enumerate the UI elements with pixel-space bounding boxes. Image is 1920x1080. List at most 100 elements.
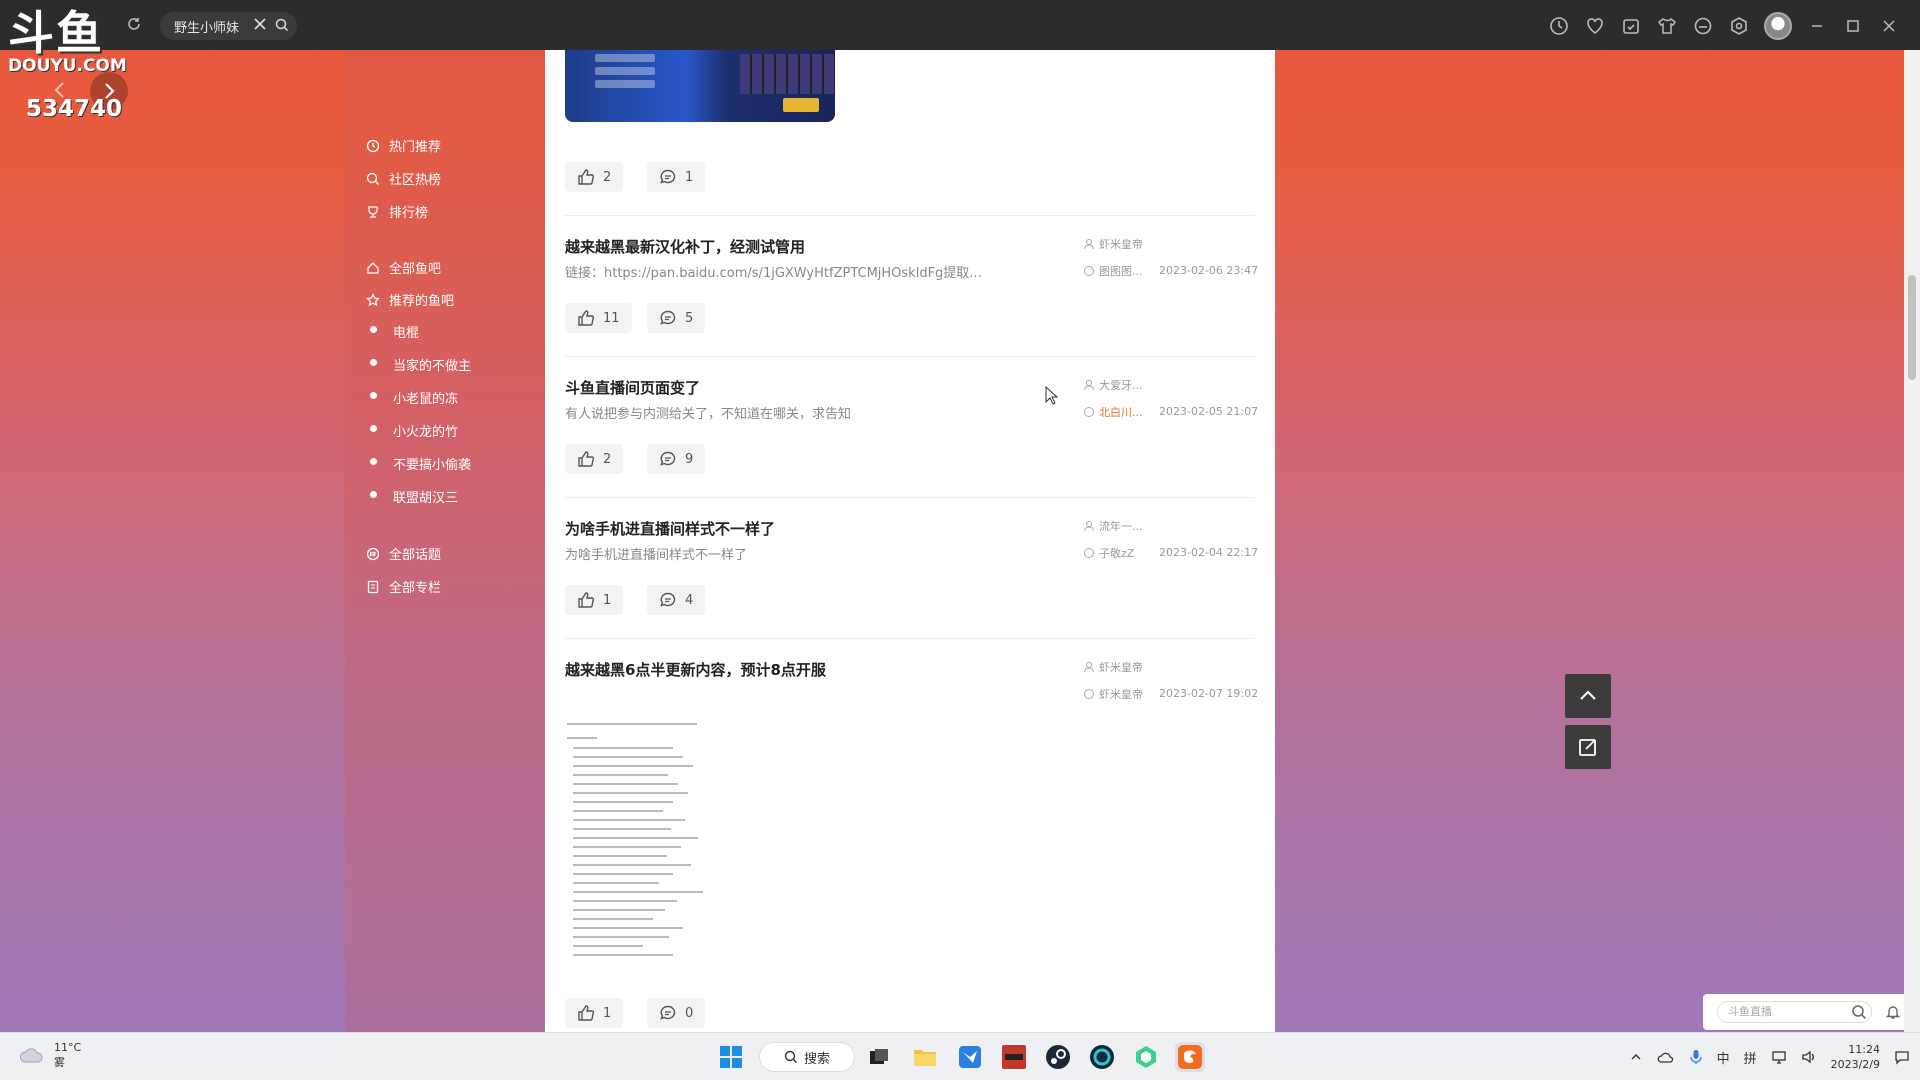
back-to-top-button[interactable] — [1565, 674, 1611, 718]
task-view-icon[interactable] — [864, 1042, 894, 1072]
clock-time: 11:24 — [1848, 1043, 1880, 1056]
windows-start-icon[interactable] — [716, 1042, 746, 1072]
comment-button[interactable]: 9 — [647, 444, 706, 474]
search-input[interactable]: 斗鱼直播 — [1717, 1001, 1872, 1023]
volume-icon[interactable] — [1801, 1049, 1817, 1065]
onedrive-icon[interactable] — [1657, 1050, 1675, 1064]
bullet-icon — [370, 491, 377, 498]
like-button[interactable]: 2 — [565, 444, 624, 474]
weather-widget[interactable]: 11°C 雾 — [18, 1041, 81, 1070]
page-scrollbar[interactable] — [1904, 50, 1920, 1032]
maximize-icon[interactable] — [1842, 15, 1864, 37]
settings-icon[interactable] — [1728, 15, 1750, 37]
post-desc[interactable]: 链接：https://pan.baidu.com/s/1jGXWyHtfZPTC… — [565, 262, 982, 281]
bell-icon[interactable] — [1885, 1004, 1901, 1020]
post-author[interactable]: 虾米皇帝 — [1083, 659, 1143, 675]
comment-button[interactable]: 4 — [647, 585, 706, 615]
file-explorer-icon[interactable] — [910, 1042, 940, 1072]
post-image[interactable] — [563, 715, 753, 965]
search-icon[interactable] — [1851, 1004, 1867, 1020]
bullet-icon — [370, 458, 377, 465]
post-last-reply[interactable]: 北白川... — [1083, 404, 1143, 420]
like-button[interactable]: 2 — [565, 162, 624, 192]
image-line — [573, 837, 698, 839]
divider — [565, 356, 1255, 357]
post-image[interactable] — [565, 50, 835, 122]
sidebar-fishbar-1[interactable]: 当家的不做主 — [393, 355, 471, 374]
post-last-reply[interactable]: 子敬zZ — [1083, 545, 1134, 561]
scrollbar-thumb[interactable] — [1908, 275, 1916, 380]
app-icon-bird[interactable] — [955, 1042, 985, 1072]
sidebar-item-all-fishbar[interactable]: 全部鱼吧 — [365, 258, 441, 277]
sidebar-item-all-topics[interactable]: 全部话题 — [365, 544, 441, 563]
comment-icon — [659, 450, 677, 468]
task-icon[interactable] — [1620, 15, 1642, 37]
post-author[interactable]: 流年一... — [1083, 518, 1143, 534]
notification-icon[interactable] — [1894, 1049, 1910, 1065]
post-title[interactable]: 斗鱼直播间页面变了 — [565, 377, 700, 398]
avatar[interactable] — [1764, 12, 1792, 40]
sidebar-item-all-columns[interactable]: 全部专栏 — [365, 577, 441, 596]
chevron-up-icon[interactable] — [1629, 1050, 1643, 1064]
window-close-icon[interactable] — [1878, 15, 1900, 37]
thumbs-up-icon — [577, 168, 595, 186]
sidebar-fishbar-0[interactable]: 电棍 — [393, 322, 419, 341]
sidebar-fishbar-3[interactable]: 小火龙的竹 — [393, 421, 458, 440]
sidebar-item-ranking[interactable]: 排行榜 — [365, 202, 428, 221]
search-icon[interactable] — [275, 18, 289, 32]
like-button[interactable]: 11 — [565, 303, 632, 333]
sidebar-fishbar-2[interactable]: 小老鼠的冻 — [393, 388, 458, 407]
write-post-button[interactable] — [1565, 725, 1611, 769]
comment-button[interactable]: 0 — [647, 998, 706, 1028]
steam-icon[interactable] — [1043, 1042, 1073, 1072]
ime-mode[interactable]: 拼 — [1744, 1048, 1757, 1067]
comment-button[interactable]: 1 — [647, 162, 706, 192]
history-icon[interactable] — [1548, 15, 1570, 37]
post-desc[interactable]: 有人说把参与内测给关了，不知道在哪关，求告知 — [565, 403, 851, 422]
douyu-app-icon[interactable] — [1175, 1042, 1205, 1072]
bullet-icon — [370, 392, 377, 399]
sidebar-item-label: 热门推荐 — [389, 140, 442, 155]
post-title[interactable]: 为啥手机进直播间样式不一样了 — [565, 518, 775, 539]
post-title[interactable]: 越来越黑最新汉化补丁，经测试管用 — [565, 236, 805, 257]
close-icon[interactable] — [253, 17, 267, 31]
ime-indicator[interactable]: 中 — [1717, 1048, 1730, 1067]
sidebar-item-label: 社区热榜 — [389, 173, 442, 188]
divider — [565, 638, 1255, 639]
message-icon[interactable] — [1692, 15, 1714, 37]
post-last-reply[interactable]: 图图图... — [1083, 263, 1143, 279]
bullet-icon — [370, 326, 377, 333]
post-desc[interactable]: 为啥手机进直播间样式不一样了 — [565, 544, 747, 563]
comment-button[interactable]: 5 — [647, 303, 706, 333]
network-icon[interactable] — [1771, 1049, 1787, 1065]
app-icon-ring[interactable] — [1087, 1042, 1117, 1072]
like-button[interactable]: 1 — [565, 585, 624, 615]
sidebar-item-recommended-fishbar[interactable]: 推荐的鱼吧 — [365, 290, 454, 309]
cursor-icon — [1045, 386, 1059, 406]
image-row — [595, 80, 655, 88]
sidebar-fishbar-5[interactable]: 联盟胡汉三 — [393, 487, 458, 506]
heart-icon[interactable] — [1584, 15, 1606, 37]
minimize-icon[interactable] — [1806, 15, 1828, 37]
post-time: 2023-02-04 22:17 — [1159, 546, 1259, 559]
clock[interactable]: 11:24 2023/2/9 — [1831, 1042, 1880, 1072]
skin-icon[interactable] — [1656, 15, 1678, 37]
microphone-icon[interactable] — [1689, 1049, 1703, 1065]
post-author[interactable]: 大爱牙... — [1083, 377, 1143, 393]
room-tab[interactable]: 野生小师妹 — [160, 12, 297, 40]
post-title[interactable]: 越来越黑6点半更新内容，预计8点开服 — [565, 659, 826, 680]
sidebar-fishbar-4[interactable]: 不要搞小偷袭 — [393, 454, 471, 473]
sidebar-item-hot[interactable]: 热门推荐 — [365, 136, 441, 155]
post-author[interactable]: 虾米皇帝 — [1083, 236, 1143, 252]
app-icon-green[interactable] — [1131, 1042, 1161, 1072]
like-button[interactable]: 1 — [565, 998, 624, 1028]
sidebar-item-community-hot[interactable]: 社区热榜 — [365, 169, 441, 188]
image-line — [573, 918, 653, 920]
image-line — [573, 945, 643, 947]
refresh-icon[interactable] — [126, 16, 142, 32]
sidebar-item-label: 全部话题 — [389, 548, 442, 563]
taskbar-search-button[interactable]: 搜索 — [759, 1042, 855, 1072]
post-last-reply[interactable]: 虾米皇帝 — [1083, 686, 1143, 702]
voicemeeter-icon[interactable] — [999, 1042, 1029, 1072]
comment-count: 5 — [685, 310, 694, 326]
